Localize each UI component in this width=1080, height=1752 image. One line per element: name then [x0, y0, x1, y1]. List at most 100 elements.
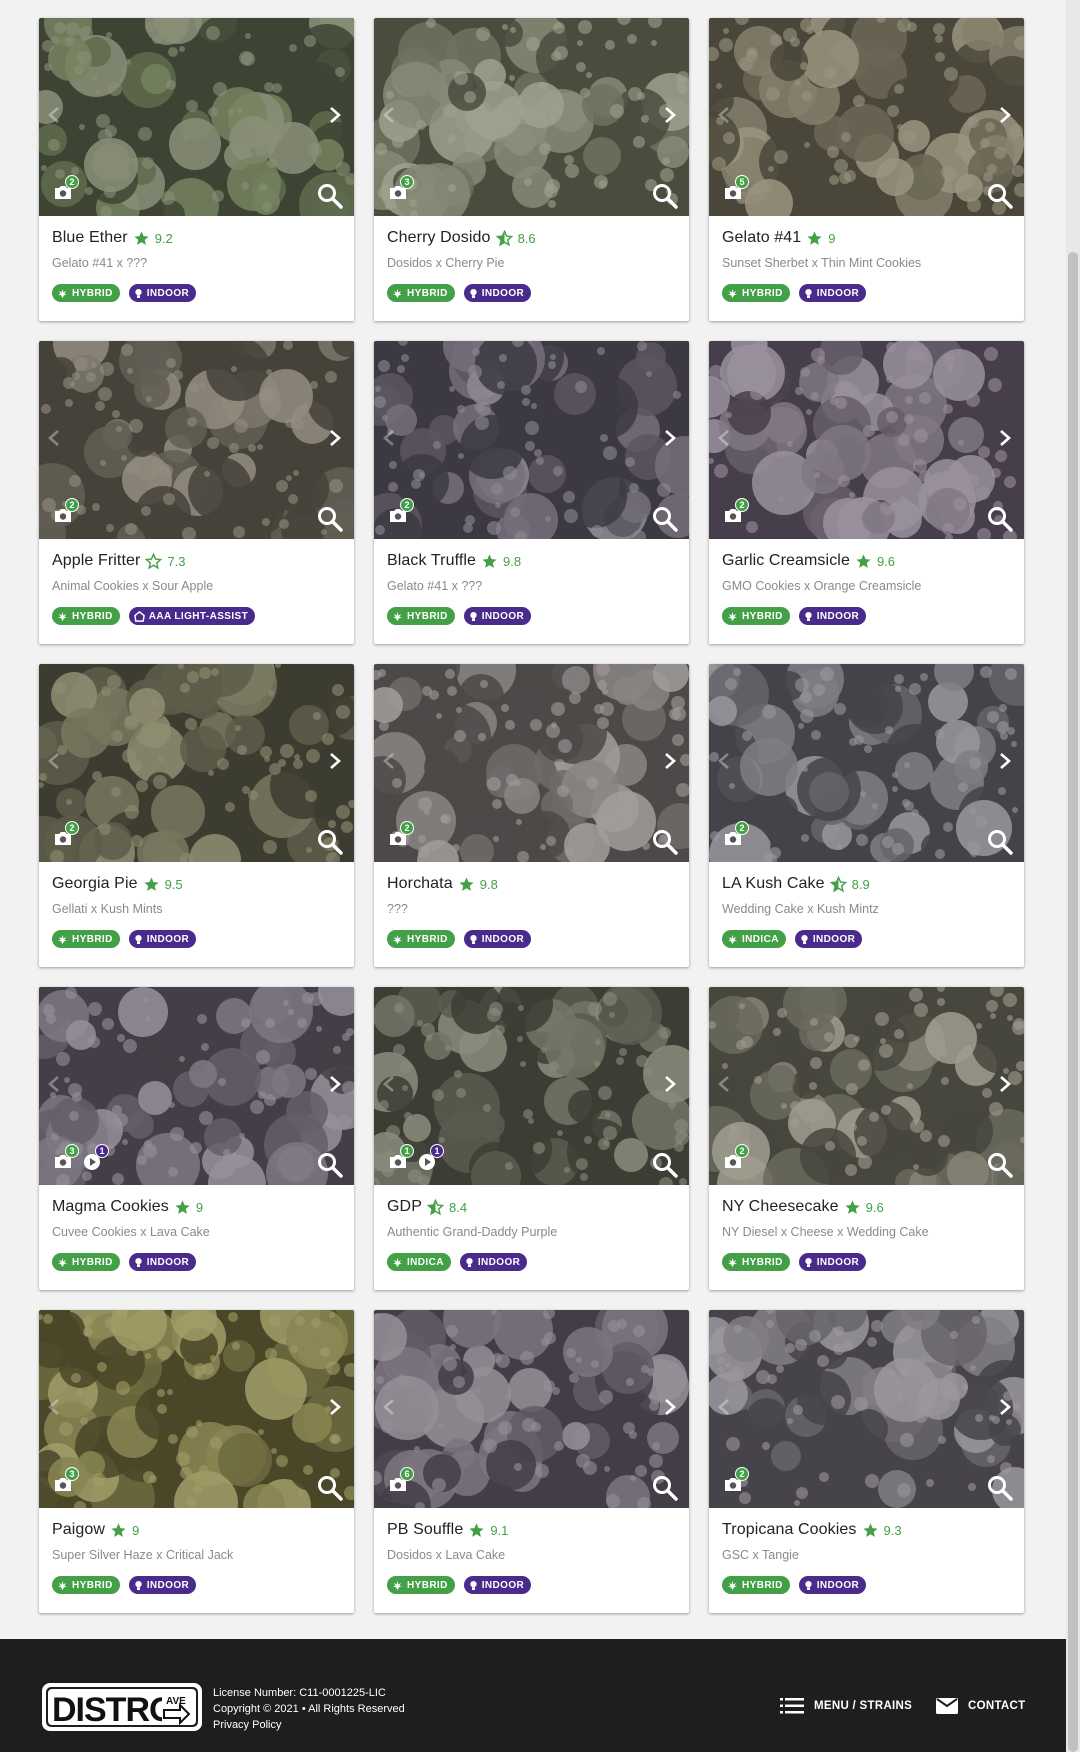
menu-strains-link[interactable]: MENU / STRAINS [780, 1697, 912, 1715]
zoom-button[interactable] [986, 1151, 1014, 1179]
zoom-button[interactable] [651, 505, 679, 533]
photo-count[interactable]: 2 [723, 498, 749, 529]
strain-card[interactable]: 3 Cherry Dosido 8.6 Dosidos x Cherry Pie… [374, 18, 689, 321]
carousel-prev-button[interactable] [43, 106, 65, 128]
carousel-prev-button[interactable] [378, 752, 400, 774]
strain-card[interactable]: 3 Paigow 9 Super Silver Haze x Critical … [39, 1310, 354, 1613]
carousel-next-button[interactable] [659, 1075, 681, 1097]
carousel-prev-button[interactable] [713, 752, 735, 774]
strain-card[interactable]: 2 Black Truffle 9.8 Gelato #41 x ??? HYB… [374, 341, 689, 644]
carousel-prev-button[interactable] [378, 429, 400, 451]
strain-name[interactable]: Apple Fritter [52, 552, 140, 570]
photo-count[interactable]: 2 [388, 498, 414, 529]
strain-photo[interactable]: 2 [39, 664, 354, 862]
zoom-button[interactable] [651, 182, 679, 210]
strain-name[interactable]: Georgia Pie [52, 875, 138, 893]
strain-card[interactable]: 2 Horchata 9.8 ??? HYBRID INDOOR [374, 664, 689, 967]
strain-name[interactable]: Black Truffle [387, 552, 476, 570]
contact-link[interactable]: CONTACT [936, 1697, 1025, 1715]
strain-card[interactable]: 6 PB Souffle 9.1 Dosidos x Lava Cake HYB… [374, 1310, 689, 1613]
zoom-button[interactable] [986, 1474, 1014, 1502]
strain-photo[interactable]: 1 1 [374, 987, 689, 1185]
strain-card[interactable]: 2 NY Cheesecake 9.6 NY Diesel x Cheese x… [709, 987, 1024, 1290]
strain-photo[interactable]: 2 [709, 987, 1024, 1185]
carousel-prev-button[interactable] [43, 752, 65, 774]
strain-photo[interactable]: 6 [374, 1310, 689, 1508]
strain-photo[interactable]: 2 [709, 664, 1024, 862]
carousel-next-button[interactable] [324, 1075, 346, 1097]
zoom-button[interactable] [651, 828, 679, 856]
strain-name[interactable]: GDP [387, 1198, 422, 1216]
strain-photo[interactable]: 2 [374, 341, 689, 539]
strain-photo[interactable]: 2 [374, 664, 689, 862]
carousel-next-button[interactable] [324, 752, 346, 774]
photo-count[interactable]: 2 [388, 821, 414, 852]
strain-photo[interactable]: 3 [39, 1310, 354, 1508]
carousel-prev-button[interactable] [378, 106, 400, 128]
zoom-button[interactable] [986, 828, 1014, 856]
strain-card[interactable]: 2 Tropicana Cookies 9.3 GSC x Tangie HYB… [709, 1310, 1024, 1613]
photo-count[interactable]: 1 [388, 1144, 414, 1175]
strain-card[interactable]: 2 LA Kush Cake 8.9 Wedding Cake x Kush M… [709, 664, 1024, 967]
strain-photo[interactable]: 2 [709, 341, 1024, 539]
photo-count[interactable]: 3 [388, 175, 414, 206]
carousel-prev-button[interactable] [713, 106, 735, 128]
zoom-button[interactable] [316, 1151, 344, 1179]
privacy-policy-link[interactable]: Privacy Policy [213, 1717, 405, 1733]
strain-photo[interactable]: 2 [39, 341, 354, 539]
photo-count[interactable]: 2 [723, 1144, 749, 1175]
carousel-next-button[interactable] [659, 106, 681, 128]
photo-count[interactable]: 5 [723, 175, 749, 206]
strain-card[interactable]: 3 1 Magma Cookies 9 Cuvee Cookies x Lava… [39, 987, 354, 1290]
strain-photo[interactable]: 2 [39, 18, 354, 216]
strain-card[interactable]: 2 Blue Ether 9.2 Gelato #41 x ??? HYBRID… [39, 18, 354, 321]
video-count[interactable]: 1 [83, 1144, 109, 1175]
video-count[interactable]: 1 [418, 1144, 444, 1175]
carousel-next-button[interactable] [659, 429, 681, 451]
carousel-next-button[interactable] [994, 752, 1016, 774]
carousel-prev-button[interactable] [43, 1398, 65, 1420]
carousel-next-button[interactable] [994, 1075, 1016, 1097]
scrollbar[interactable] [1066, 0, 1080, 1752]
zoom-button[interactable] [316, 1474, 344, 1502]
zoom-button[interactable] [316, 828, 344, 856]
carousel-prev-button[interactable] [713, 429, 735, 451]
photo-count[interactable]: 2 [723, 1467, 749, 1498]
strain-card[interactable]: 2 Georgia Pie 9.5 Gellati x Kush Mints H… [39, 664, 354, 967]
zoom-button[interactable] [316, 505, 344, 533]
photo-count[interactable]: 2 [53, 498, 79, 529]
photo-count[interactable]: 2 [723, 821, 749, 852]
carousel-next-button[interactable] [994, 1398, 1016, 1420]
zoom-button[interactable] [986, 182, 1014, 210]
photo-count[interactable]: 6 [388, 1467, 414, 1498]
strain-name[interactable]: Tropicana Cookies [722, 1521, 857, 1539]
strain-name[interactable]: NY Cheesecake [722, 1198, 839, 1216]
strain-photo[interactable]: 3 [374, 18, 689, 216]
strain-name[interactable]: PB Souffle [387, 1521, 463, 1539]
carousel-next-button[interactable] [659, 752, 681, 774]
scrollbar-thumb[interactable] [1068, 252, 1078, 1752]
carousel-next-button[interactable] [994, 106, 1016, 128]
strain-name[interactable]: Blue Ether [52, 229, 128, 247]
photo-count[interactable]: 3 [53, 1467, 79, 1498]
carousel-prev-button[interactable] [43, 429, 65, 451]
carousel-prev-button[interactable] [713, 1398, 735, 1420]
carousel-next-button[interactable] [659, 1398, 681, 1420]
strain-name[interactable]: Magma Cookies [52, 1198, 169, 1216]
carousel-next-button[interactable] [994, 429, 1016, 451]
strain-name[interactable]: Paigow [52, 1521, 105, 1539]
strain-card[interactable]: 5 Gelato #41 9 Sunset Sherbet x Thin Min… [709, 18, 1024, 321]
zoom-button[interactable] [986, 505, 1014, 533]
zoom-button[interactable] [651, 1474, 679, 1502]
carousel-next-button[interactable] [324, 429, 346, 451]
strain-card[interactable]: 2 Garlic Creamsicle 9.6 GMO Cookies x Or… [709, 341, 1024, 644]
distro-ave-logo[interactable]: DISTRO AVE [40, 1681, 204, 1733]
strain-photo[interactable]: 2 [709, 1310, 1024, 1508]
photo-count[interactable]: 3 [53, 1144, 79, 1175]
zoom-button[interactable] [651, 1151, 679, 1179]
carousel-next-button[interactable] [324, 106, 346, 128]
strain-photo[interactable]: 5 [709, 18, 1024, 216]
photo-count[interactable]: 2 [53, 821, 79, 852]
carousel-prev-button[interactable] [378, 1398, 400, 1420]
strain-card[interactable]: 2 Apple Fritter 7.3 Animal Cookies x Sou… [39, 341, 354, 644]
